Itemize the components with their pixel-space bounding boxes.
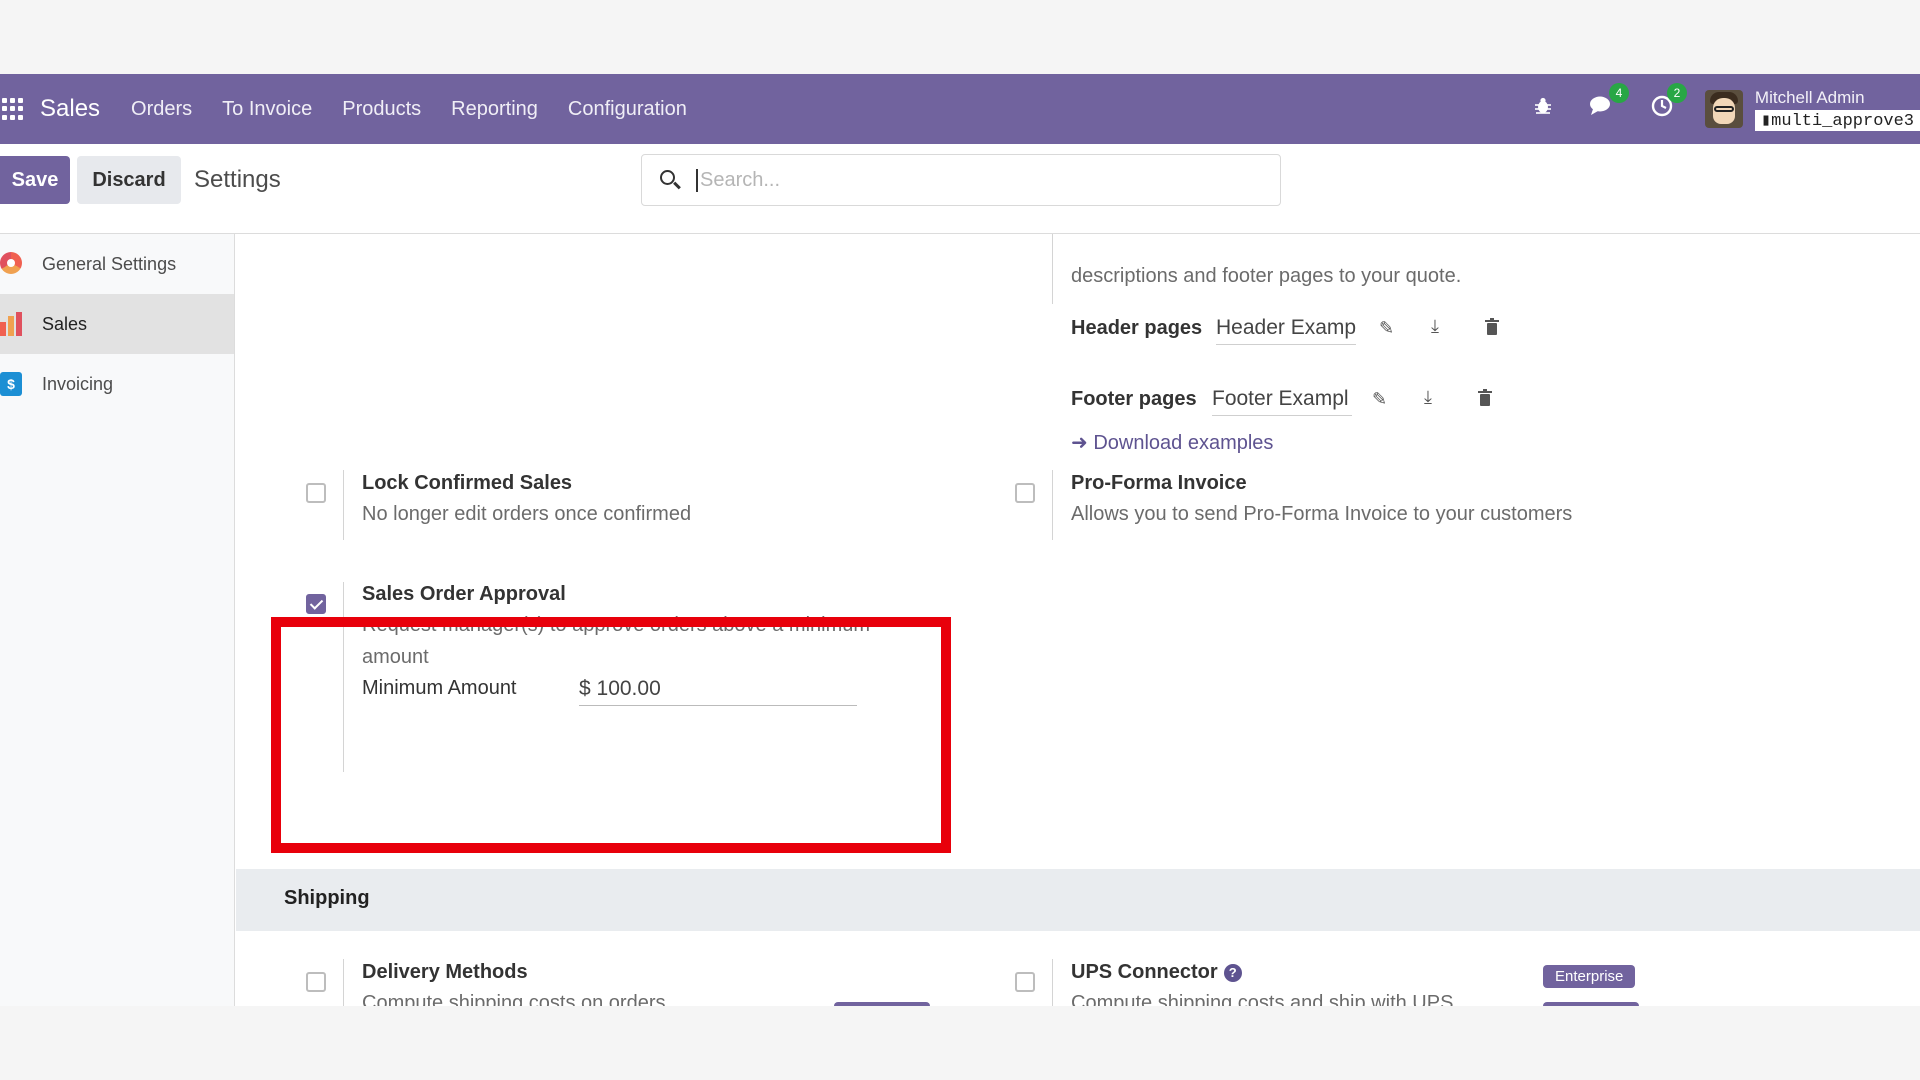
divider xyxy=(343,959,344,1006)
search-icon xyxy=(658,168,682,192)
sidebar-item-label: General Settings xyxy=(42,253,177,274)
delivery-methods-checkbox[interactable] xyxy=(306,972,326,992)
header-edit-icon[interactable]: ✎ xyxy=(1379,318,1394,339)
download-examples-link[interactable]: ➜ Download examples xyxy=(1071,430,1273,455)
control-panel: Save Discard Settings xyxy=(0,144,1920,234)
ups-connector-checkbox[interactable] xyxy=(1015,972,1035,992)
lock-confirmed-sales-checkbox[interactable] xyxy=(306,483,326,503)
save-button[interactable]: Save xyxy=(0,156,70,204)
main-navbar: Sales Orders To Invoice Products Reporti… xyxy=(0,74,1920,144)
ups-connector-label: UPS Connector xyxy=(1071,961,1218,983)
header-pages-label: Header pages xyxy=(1071,317,1203,339)
user-menu[interactable]: Mitchell Admin ▮multi_approve3 xyxy=(1754,87,1920,131)
shipping-section-header: Shipping xyxy=(236,869,1920,931)
delivery-methods-title: Delivery Methods xyxy=(362,961,528,983)
header-download-icon[interactable]: ⤓ xyxy=(1431,316,1439,337)
debug-bug-icon[interactable] xyxy=(1533,96,1553,122)
odoo-app-window: Sales Orders To Invoice Products Reporti… xyxy=(0,74,1920,1006)
navbar-systray: 4 2 Mitchell Admin ▮multi_approve3 xyxy=(1515,74,1920,144)
user-avatar[interactable] xyxy=(1704,90,1743,128)
sidebar-item-label: Invoicing xyxy=(42,373,114,394)
search-box xyxy=(641,154,1281,206)
sales-app-icon xyxy=(0,312,24,336)
screen: Sales Orders To Invoice Products Reporti… xyxy=(0,0,1920,1080)
letterbox-top xyxy=(0,0,1920,74)
divider xyxy=(343,470,344,540)
database-label: multi_approve3 xyxy=(1771,111,1914,131)
breadcrumb: Settings xyxy=(194,166,281,193)
quotation-builder-desc: descriptions and footer pages to your qu… xyxy=(1071,265,1462,287)
enterprise-badge: Enterprise xyxy=(1543,965,1636,988)
ups-connector-title: UPS Connector? xyxy=(1071,961,1242,984)
divider xyxy=(1052,959,1053,1006)
proforma-invoice-title: Pro-Forma Invoice xyxy=(1071,472,1247,494)
menu-configuration[interactable]: Configuration xyxy=(553,98,702,121)
letterbox-bottom xyxy=(0,1006,1920,1080)
arrow-right-icon: ➜ xyxy=(1071,432,1088,454)
ups-connector-desc: Compute shipping costs and ship with UPS xyxy=(1071,992,1454,1006)
proforma-invoice-desc: Allows you to send Pro-Forma Invoice to … xyxy=(1071,503,1573,525)
delivery-methods-desc: Compute shipping costs on orders xyxy=(362,992,666,1006)
menu-products[interactable]: Products xyxy=(327,98,436,121)
sidebar-item-general-settings[interactable]: General Settings xyxy=(0,234,234,294)
header-pages-field[interactable]: Header Examp xyxy=(1216,316,1356,345)
header-delete-icon[interactable] xyxy=(1484,318,1500,341)
user-name: Mitchell Admin xyxy=(1754,87,1865,107)
search-input[interactable] xyxy=(696,168,1256,192)
sales-order-approval-checkbox[interactable] xyxy=(306,594,326,614)
highlight-box xyxy=(271,617,951,853)
shipping-section-title: Shipping xyxy=(284,887,370,909)
settings-sidebar: General Settings Sales $ Invoicing xyxy=(0,234,235,1006)
shipping-content: Delivery Methods Compute shipping costs … xyxy=(236,931,1920,1006)
footer-download-icon[interactable]: ⤓ xyxy=(1424,387,1432,408)
sales-order-approval-title: Sales Order Approval xyxy=(362,583,566,605)
lock-confirmed-sales-title: Lock Confirmed Sales xyxy=(362,472,573,494)
footer-edit-icon[interactable]: ✎ xyxy=(1372,389,1387,410)
sidebar-item-label: Sales xyxy=(42,313,88,334)
general-settings-icon xyxy=(0,252,24,276)
messages-chat-icon[interactable]: 4 xyxy=(1589,83,1629,123)
apps-menu-icon[interactable] xyxy=(2,98,24,120)
sidebar-item-sales[interactable]: Sales xyxy=(0,294,234,354)
sidebar-item-invoicing[interactable]: $ Invoicing xyxy=(0,354,234,414)
messages-count-badge: 4 xyxy=(1608,83,1629,103)
help-question-icon[interactable]: ? xyxy=(1223,963,1242,982)
menu-orders[interactable]: Orders xyxy=(116,98,207,121)
proforma-invoice-checkbox[interactable] xyxy=(1015,483,1035,503)
footer-delete-icon[interactable] xyxy=(1477,389,1493,412)
discard-button[interactable]: Discard xyxy=(77,156,181,204)
divider xyxy=(1052,470,1053,540)
menu-reporting[interactable]: Reporting xyxy=(436,98,553,121)
download-examples-label: Download examples xyxy=(1093,432,1274,454)
activities-clock-icon[interactable]: 2 xyxy=(1651,83,1687,123)
lock-confirmed-sales-desc: No longer edit orders once confirmed xyxy=(362,503,692,525)
divider xyxy=(1052,234,1053,304)
footer-pages-label: Footer pages xyxy=(1071,388,1197,410)
menu-to-invoice[interactable]: To Invoice xyxy=(207,98,327,121)
footer-pages-field[interactable]: Footer Exampl xyxy=(1212,387,1352,416)
database-name: ▮multi_approve3 xyxy=(1754,109,1920,131)
invoicing-app-icon: $ xyxy=(0,372,24,396)
app-brand[interactable]: Sales xyxy=(40,95,100,123)
activities-count-badge: 2 xyxy=(1666,83,1687,103)
